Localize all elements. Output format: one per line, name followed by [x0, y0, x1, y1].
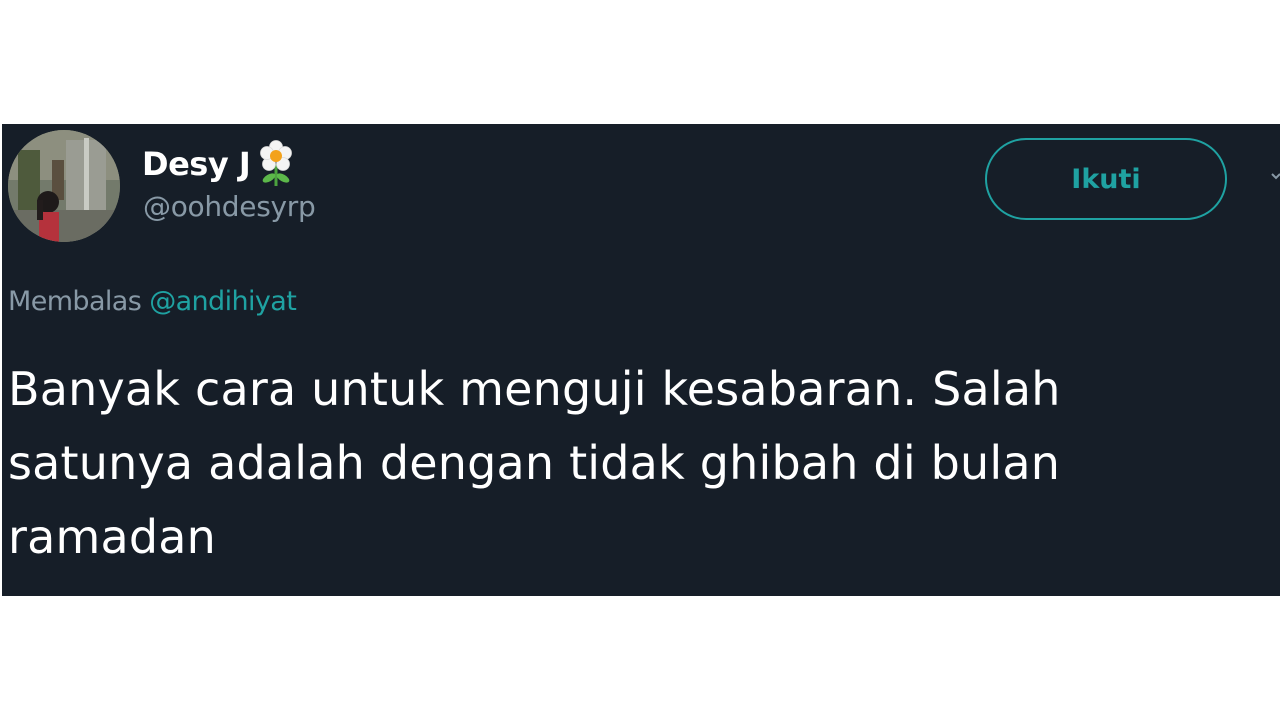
tweet-text-line: Banyak cara untuk menguji kesabaran. Sal…: [8, 362, 1061, 416]
reply-prefix: Membalas: [8, 286, 142, 317]
reply-context: Membalas @andihiyat: [8, 286, 297, 317]
avatar[interactable]: [8, 130, 120, 242]
tweet-text-line: ramadan: [8, 510, 217, 564]
tweet-text-line: satunya adalah dengan tidak ghibah di bu…: [8, 436, 1061, 490]
display-name-row: Desy J: [142, 138, 296, 190]
follow-button[interactable]: Ikuti: [985, 138, 1227, 220]
display-name[interactable]: Desy J: [142, 145, 251, 183]
tweet-card: Desy J @oohdesyrp Ikuti Membalas @andihi…: [2, 124, 1280, 596]
user-handle[interactable]: @oohdesyrp: [143, 190, 316, 223]
chevron-down-icon[interactable]: [1270, 170, 1280, 182]
profile-photo-icon: [8, 130, 120, 242]
flower-icon: [260, 140, 293, 186]
reply-mention-link[interactable]: @andihiyat: [149, 286, 297, 317]
tweet-text: Banyak cara untuk menguji kesabaran. Sal…: [8, 352, 1280, 574]
